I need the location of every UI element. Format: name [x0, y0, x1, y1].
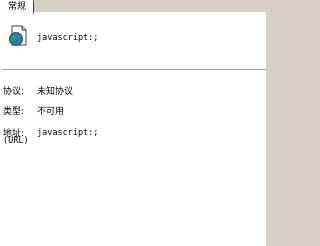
address-header: javascript:;	[37, 33, 99, 43]
address-value[interactable]: javascript:;	[37, 128, 98, 138]
address-label-url: (URL)	[3, 136, 29, 146]
protocol-label: 协议:	[3, 87, 25, 97]
protocol-value: 未知协议	[37, 87, 74, 97]
type-label: 类型:	[3, 107, 25, 117]
properties-panel: javascript:; 协议: 未知协议 类型: 不可用 地址: (URL) …	[0, 12, 266, 246]
divider	[2, 69, 266, 71]
type-value: 不可用	[37, 107, 65, 117]
tab-general[interactable]: 常规	[0, 0, 34, 14]
web-page-globe-icon	[8, 25, 30, 47]
